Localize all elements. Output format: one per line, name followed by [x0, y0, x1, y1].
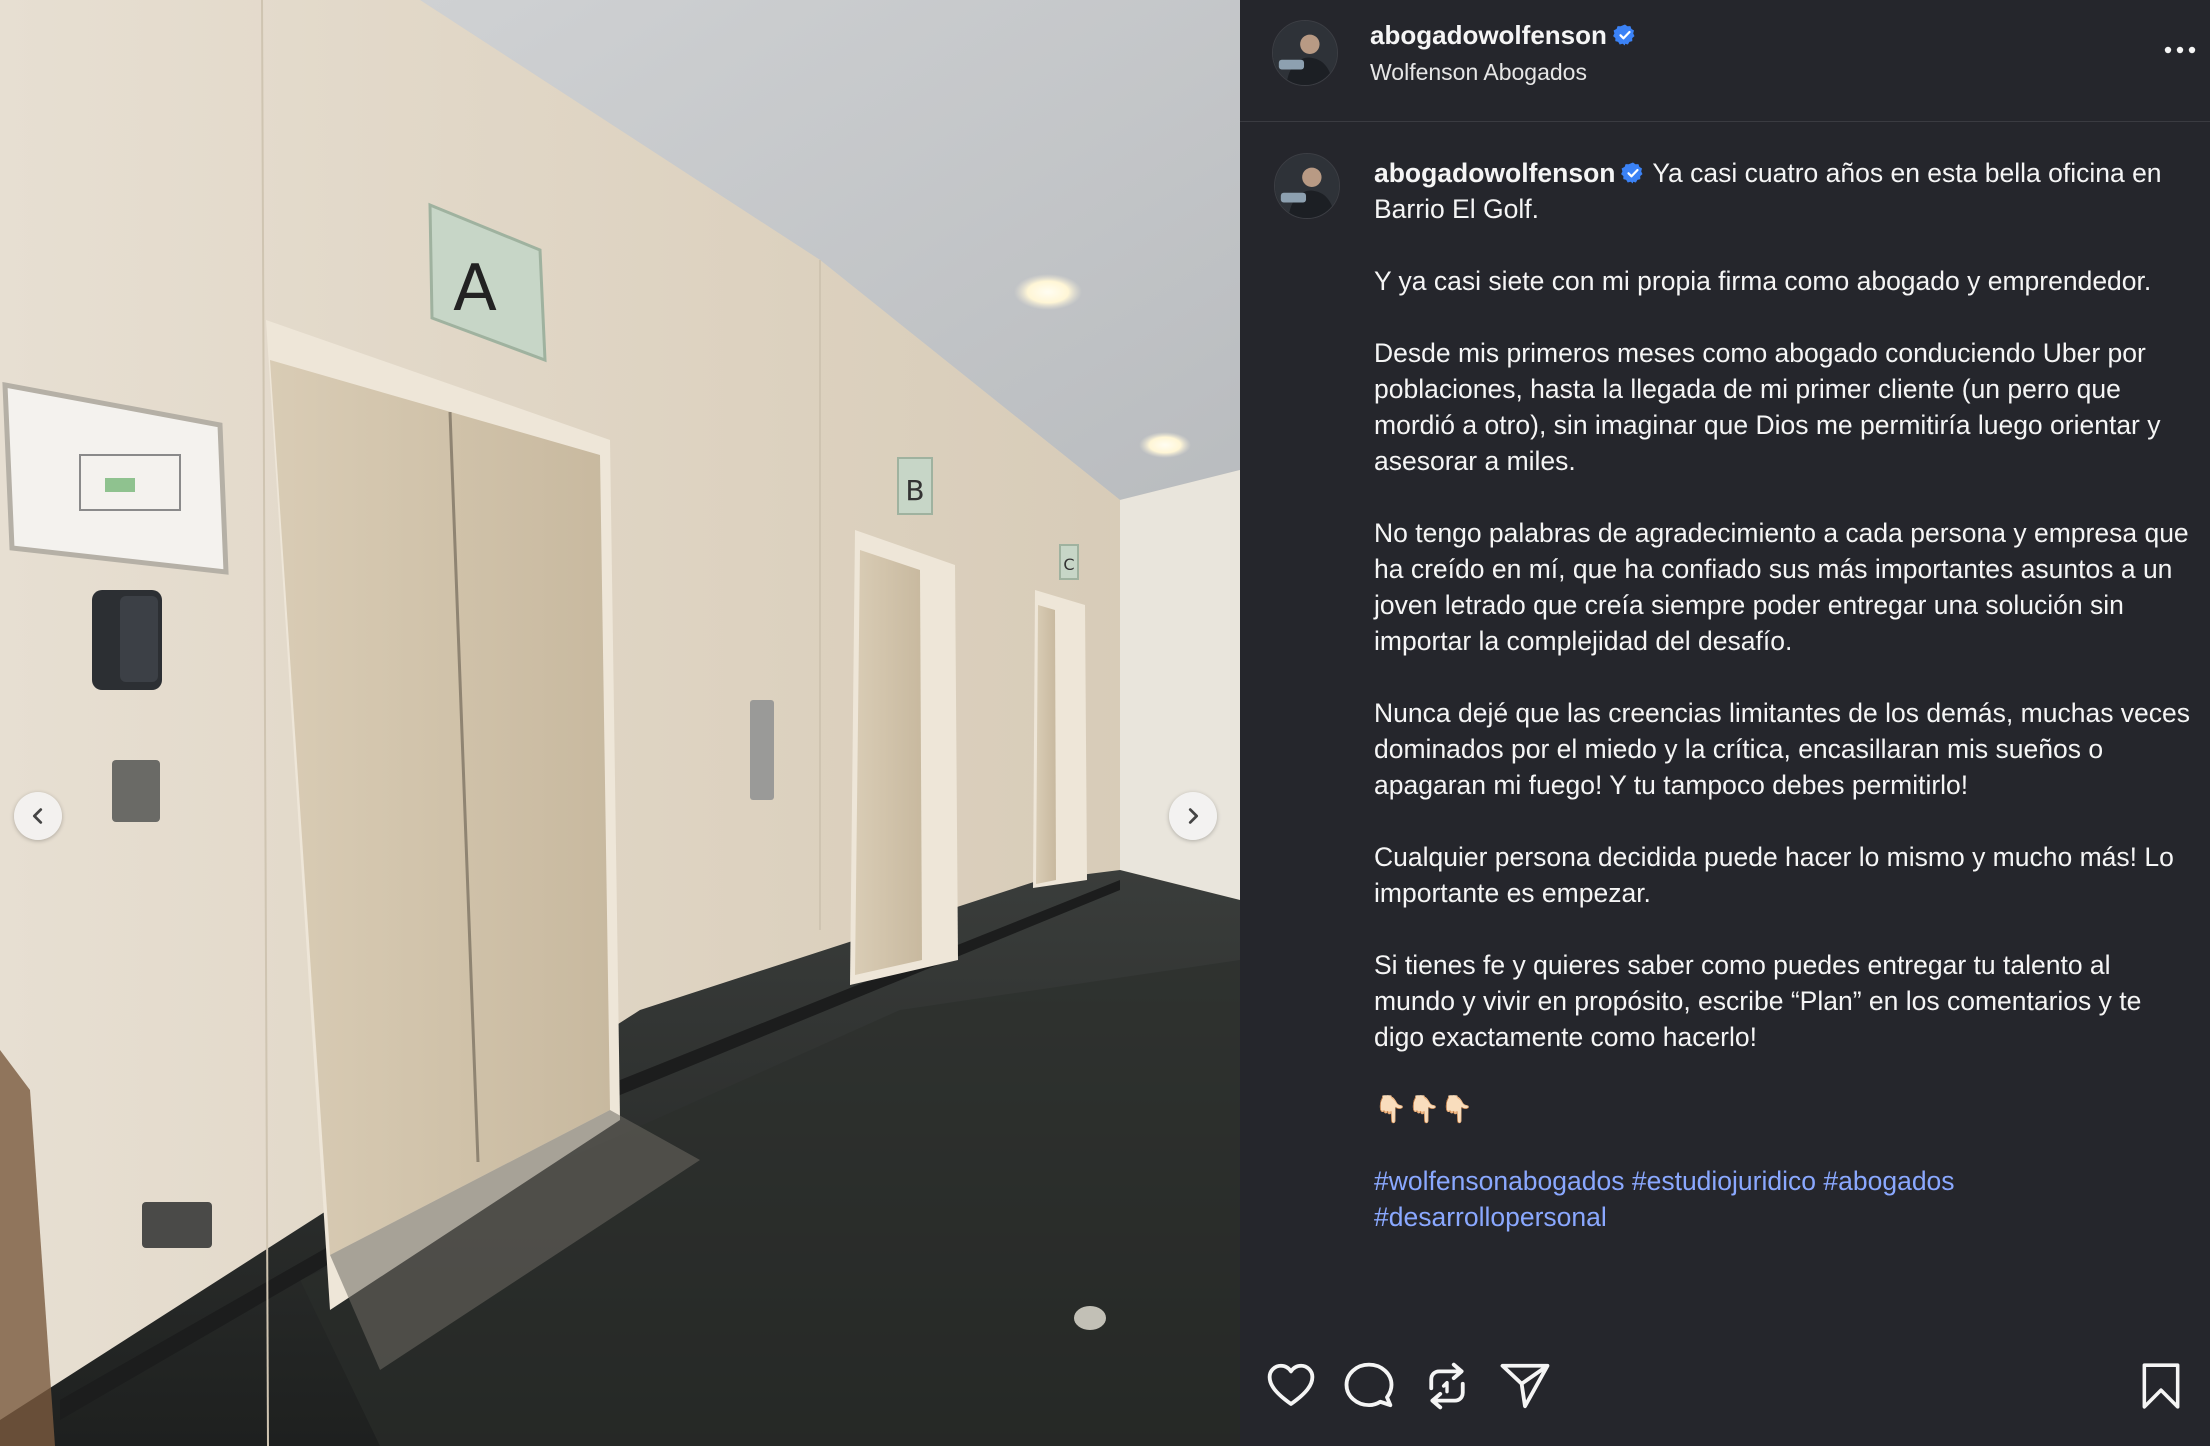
profile-photo: [1273, 21, 1337, 85]
caption-body: Ya casi cuatro años en esta bella oficin…: [1374, 158, 2191, 1124]
elevator-c-label: C: [1063, 555, 1074, 574]
post-photo: A B C: [0, 0, 1240, 1446]
verified-badge-icon: [1612, 24, 1635, 46]
like-button[interactable]: [1264, 1359, 1318, 1413]
hashtag-link[interactable]: #estudiojuridico: [1632, 1166, 1816, 1196]
more-horizontal-icon[interactable]: [2160, 36, 2200, 64]
save-button[interactable]: [2136, 1359, 2186, 1413]
hashtag-link[interactable]: #abogados: [1823, 1166, 1954, 1196]
bookmark-icon: [2142, 1363, 2180, 1409]
repost-icon: [1429, 1362, 1465, 1410]
send-icon: [1500, 1363, 1550, 1409]
hashtag-link[interactable]: #desarrollopersonal: [1374, 1202, 1607, 1232]
post-header: abogadowolfenson Wolfenson Abogados: [1240, 0, 2210, 122]
repost-button[interactable]: [1420, 1359, 1474, 1413]
previous-image-button[interactable]: [14, 792, 62, 840]
caption-section: abogadowolfenson Ya casi cuatro años en …: [1240, 123, 2210, 1325]
hashtag-list: #wolfensonabogados #estudiojuridico #abo…: [1374, 1166, 1962, 1232]
chevron-left-icon: [32, 808, 43, 824]
caption-avatar[interactable]: [1274, 153, 1340, 219]
caption-text: abogadowolfenson Ya casi cuatro años en …: [1374, 155, 2194, 1235]
caption-clip-edge: [1240, 1307, 2210, 1325]
comment-button[interactable]: [1342, 1359, 1396, 1413]
author-username[interactable]: abogadowolfenson: [1370, 20, 1637, 51]
action-bar: [1240, 1325, 2210, 1446]
elevator-a-label: A: [453, 252, 497, 326]
avatar[interactable]: [1272, 20, 1338, 86]
profile-photo: [1275, 154, 1339, 218]
share-button[interactable]: [1498, 1359, 1552, 1413]
heart-icon: [1267, 1363, 1315, 1406]
post-media[interactable]: A B C: [0, 0, 1240, 1446]
post-side-panel: abogadowolfenson Wolfenson Abogados abog…: [1240, 0, 2210, 1446]
verified-badge-icon: [1621, 162, 1643, 184]
location-subtitle[interactable]: Wolfenson Abogados: [1370, 59, 1587, 86]
next-image-button[interactable]: [1169, 792, 1217, 840]
caption-username[interactable]: abogadowolfenson: [1374, 158, 1615, 188]
author-username-text[interactable]: abogadowolfenson: [1370, 20, 1607, 50]
hashtag-link[interactable]: #wolfensonabogados: [1374, 1166, 1624, 1196]
chevron-right-icon: [1188, 808, 1199, 824]
elevator-b-label: B: [905, 474, 924, 507]
comment-icon: [1344, 1362, 1394, 1408]
